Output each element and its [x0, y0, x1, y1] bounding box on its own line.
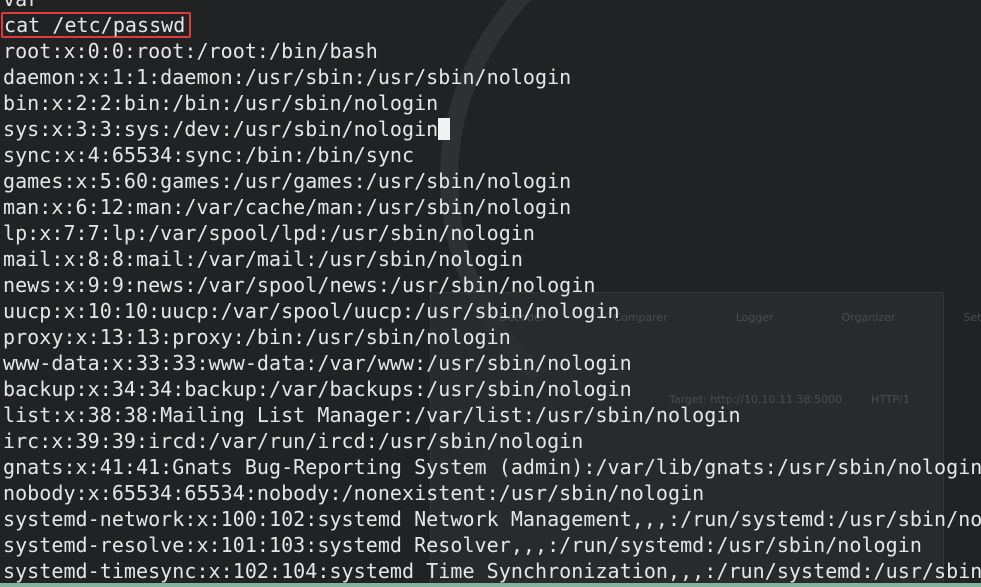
terminal-status-strip: [0, 583, 981, 587]
passwd-line: nobody:x:65534:65534:nobody:/nonexistent…: [3, 481, 705, 505]
passwd-line: irc:x:39:39:ircd:/var/run/ircd:/usr/sbin…: [3, 429, 584, 453]
passwd-line: mail:x:8:8:mail:/var/mail:/usr/sbin/nolo…: [3, 247, 523, 271]
passwd-line: backup:x:34:34:backup:/var/backups:/usr/…: [3, 377, 632, 401]
passwd-line: news:x:9:9:news:/var/spool/news:/usr/sbi…: [3, 273, 596, 297]
passwd-line: games:x:5:60:games:/usr/games:/usr/sbin/…: [3, 169, 572, 193]
passwd-line: sync:x:4:65534:sync:/bin:/bin/sync: [3, 143, 415, 167]
highlighted-command: cat /etc/passwd: [1, 12, 192, 38]
passwd-line: root:x:0:0:root:/root:/bin/bash: [3, 39, 378, 63]
passwd-line: systemd-resolve:x:101:103:systemd Resolv…: [3, 533, 922, 557]
passwd-line: proxy:x:13:13:proxy:/bin:/usr/sbin/nolog…: [3, 325, 511, 349]
passwd-line: bin:x:2:2:bin:/bin:/usr/sbin/nologin: [3, 91, 439, 115]
passwd-line: list:x:38:38:Mailing List Manager:/var/l…: [3, 403, 741, 427]
passwd-line: daemon:x:1:1:daemon:/usr/sbin:/usr/sbin/…: [3, 65, 572, 89]
terminal-output[interactable]: var cat /etc/passwd root:x:0:0:root:/roo…: [0, 0, 981, 587]
command-line: cat /etc/passwd: [0, 12, 981, 38]
passwd-line: gnats:x:41:41:Gnats Bug-Reporting System…: [3, 455, 981, 479]
desktop-screen: Decoder Comparer Logger Organizer Settin…: [0, 0, 981, 587]
passwd-line: man:x:6:12:man:/var/cache/man:/usr/sbin/…: [3, 195, 572, 219]
passwd-line: uucp:x:10:10:uucp:/var/spool/uucp:/usr/s…: [3, 299, 620, 323]
passwd-line: lp:x:7:7:lp:/var/spool/lpd:/usr/sbin/nol…: [3, 221, 536, 245]
passwd-line: www-data:x:33:33:www-data:/var/www:/usr/…: [3, 351, 632, 375]
text-cursor: [438, 118, 451, 140]
passwd-line: systemd-network:x:100:102:systemd Networ…: [3, 507, 981, 531]
passwd-line-text: sys:x:3:3:sys:/dev:/usr/sbin/nologin: [3, 117, 439, 141]
previous-output-line: var: [0, 0, 981, 12]
passwd-line: systemd-timesync:x:102:104:systemd Time …: [3, 559, 981, 583]
passwd-line-with-cursor: sys:x:3:3:sys:/dev:/usr/sbin/nologin: [0, 116, 981, 142]
